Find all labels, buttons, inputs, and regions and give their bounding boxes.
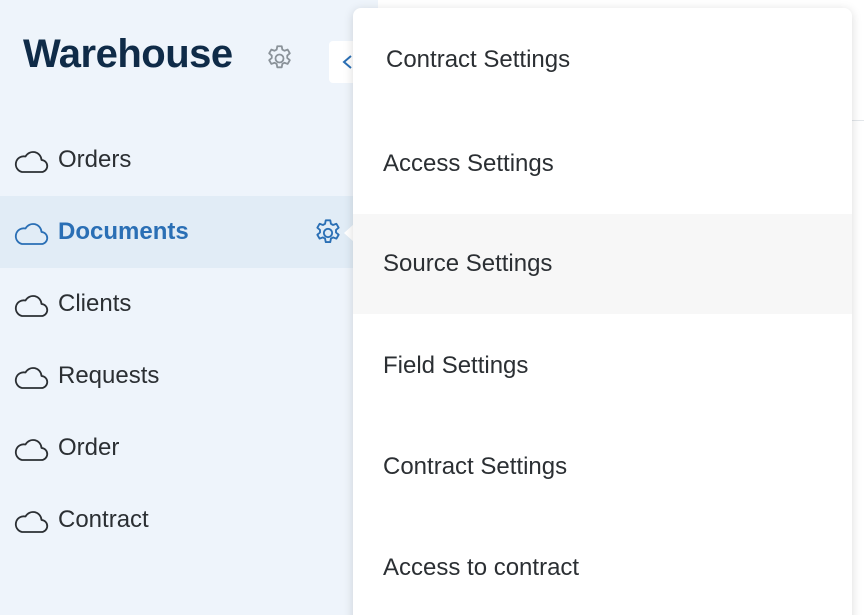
menu-item-field-settings[interactable]: Field Settings bbox=[353, 315, 852, 415]
app-title: Warehouse bbox=[23, 32, 233, 76]
sidebar-item-label: Contract bbox=[58, 506, 149, 533]
menu-item-label: Access Settings bbox=[383, 150, 554, 177]
sidebar-item-label: Orders bbox=[58, 146, 132, 173]
menu-item-source-settings[interactable]: Source Settings bbox=[353, 214, 852, 314]
menu-item-label: Source Settings bbox=[383, 250, 553, 277]
sidebar-nav: Orders Documents Clients Requests Order … bbox=[0, 124, 378, 556]
cloud-icon bbox=[14, 367, 49, 389]
sidebar-item-label: Order bbox=[58, 434, 120, 461]
menu-item-access-to-contract[interactable]: Access to contract bbox=[353, 517, 852, 615]
sidebar-item-order[interactable]: Order bbox=[0, 412, 378, 484]
page: Warehouse Orders Documents Clients Reque… bbox=[0, 0, 864, 615]
menu-item-access-settings[interactable]: Access Settings bbox=[353, 112, 852, 212]
menu-item-contract-settings-2[interactable]: Contract Settings bbox=[353, 416, 852, 516]
cloud-icon bbox=[14, 223, 49, 245]
sidebar-item-contract[interactable]: Contract bbox=[0, 484, 378, 556]
gear-icon[interactable] bbox=[264, 43, 295, 74]
cloud-icon bbox=[14, 439, 49, 461]
sidebar-item-documents[interactable]: Documents bbox=[0, 196, 378, 268]
sidebar-item-requests[interactable]: Requests bbox=[0, 340, 378, 412]
menu-item-label: Field Settings bbox=[383, 352, 529, 379]
sidebar-item-label: Clients bbox=[58, 290, 132, 317]
settings-dropdown-menu: Contract Settings Access Settings Source… bbox=[353, 8, 852, 615]
menu-item-label: Access to contract bbox=[383, 554, 580, 581]
sidebar-item-orders[interactable]: Orders bbox=[0, 124, 378, 196]
menu-item-label: Contract Settings bbox=[383, 453, 568, 480]
gear-icon[interactable] bbox=[312, 217, 344, 249]
menu-item-label: Contract Settings bbox=[386, 46, 571, 73]
menu-item-contract-settings[interactable]: Contract Settings bbox=[353, 8, 852, 108]
sidebar-item-clients[interactable]: Clients bbox=[0, 268, 378, 340]
cloud-icon bbox=[14, 151, 49, 173]
sidebar: Warehouse Orders Documents Clients Reque… bbox=[0, 0, 378, 615]
cloud-icon bbox=[14, 295, 49, 317]
cloud-icon bbox=[14, 511, 49, 533]
sidebar-item-label: Documents bbox=[58, 218, 189, 245]
sidebar-item-label: Requests bbox=[58, 362, 160, 389]
